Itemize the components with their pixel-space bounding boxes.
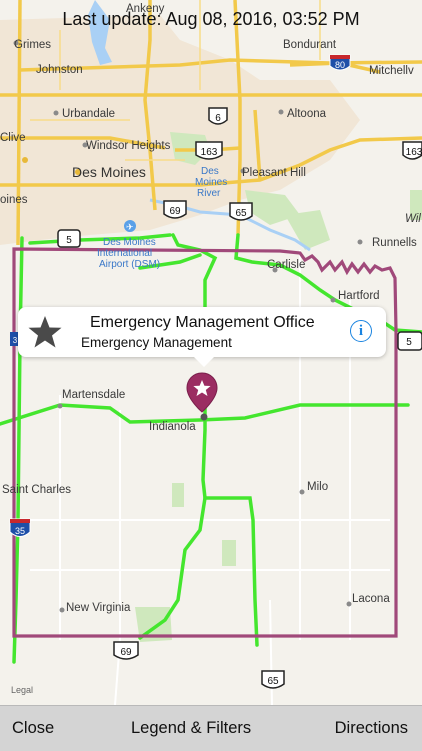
town-saint-charles: Saint Charles bbox=[2, 484, 71, 496]
directions-button[interactable]: Directions bbox=[335, 719, 408, 738]
river-label-2: Moines bbox=[195, 177, 227, 188]
svg-text:✈: ✈ bbox=[126, 222, 134, 232]
bottom-toolbar: Close Legend & Filters Directions bbox=[0, 705, 422, 751]
airport-label-3: Airport (DSM) bbox=[99, 259, 160, 270]
town-carlisle: Carlisle bbox=[267, 259, 305, 271]
town-indianola: Indianola bbox=[149, 421, 196, 433]
us-5-shield-b: 5 bbox=[397, 331, 422, 351]
svg-text:5: 5 bbox=[406, 337, 412, 348]
svg-text:65: 65 bbox=[235, 208, 247, 219]
legal-link[interactable]: Legal bbox=[11, 685, 33, 695]
town-martensdale: Martensdale bbox=[62, 389, 125, 401]
close-button[interactable]: Close bbox=[12, 719, 54, 738]
town-milo: Milo bbox=[307, 481, 328, 493]
us-65-shield-b: 65 bbox=[261, 670, 285, 689]
svg-text:69: 69 bbox=[120, 647, 132, 658]
river-label-3: River bbox=[197, 188, 221, 199]
interstate-35-shield: 35 bbox=[9, 518, 31, 537]
town-bondurant: Bondurant bbox=[283, 39, 337, 51]
svg-text:163: 163 bbox=[406, 147, 422, 158]
svg-text:163: 163 bbox=[201, 147, 218, 158]
us-163-shield-a: 163 bbox=[195, 141, 223, 160]
svg-text:5: 5 bbox=[66, 235, 72, 246]
last-update-label: Last update: Aug 08, 2016, 03:52 PM bbox=[62, 9, 360, 29]
town-pleasant-hill: Pleasant Hill bbox=[242, 167, 306, 179]
svg-text:80: 80 bbox=[335, 60, 345, 70]
town-windsor-heights: Windsor Heights bbox=[86, 140, 171, 152]
town-lacona: Lacona bbox=[352, 593, 390, 605]
wildlife-label: Wil bbox=[405, 213, 421, 225]
info-button[interactable]: i bbox=[350, 320, 372, 342]
town-clive: Clive bbox=[0, 132, 26, 144]
town-new-virginia: New Virginia bbox=[66, 602, 131, 614]
town-runnells: Runnells bbox=[372, 237, 417, 249]
town-west-des-moines: oines bbox=[0, 194, 28, 206]
town-grimes: Grimes bbox=[14, 39, 51, 51]
us-6-shield: 6 bbox=[208, 107, 228, 125]
interstate-80-shield: 80 bbox=[329, 54, 351, 71]
town-urbandale: Urbandale bbox=[62, 108, 115, 120]
callout-title: Emergency Management Office bbox=[90, 314, 315, 331]
svg-text:69: 69 bbox=[169, 206, 181, 217]
us-65-shield-a: 65 bbox=[229, 202, 253, 221]
us-5-shield-a: 5 bbox=[57, 229, 81, 248]
location-pin-icon[interactable] bbox=[186, 372, 218, 422]
airport-label-2: International bbox=[97, 248, 152, 259]
us-163-shield-b: 163 bbox=[402, 141, 422, 160]
svg-text:6: 6 bbox=[215, 113, 221, 124]
river-label-1: Des bbox=[201, 166, 219, 177]
svg-text:35: 35 bbox=[15, 526, 25, 536]
callout-subtitle: Emergency Management bbox=[81, 335, 232, 350]
city-des-moines: Des Moines bbox=[72, 164, 146, 180]
town-altoona: Altoona bbox=[287, 108, 327, 120]
us-69-shield-a: 69 bbox=[163, 200, 187, 219]
town-johnston: Johnston bbox=[36, 64, 83, 76]
star-icon bbox=[28, 316, 62, 348]
svg-text:65: 65 bbox=[267, 676, 279, 687]
town-mitchellville: Mitchellv bbox=[369, 65, 414, 77]
town-hartford: Hartford bbox=[338, 290, 380, 302]
us-69-shield-b: 69 bbox=[113, 641, 139, 660]
airport-label-1: Des Moines bbox=[103, 237, 156, 248]
location-callout[interactable]: Emergency Management Office Emergency Ma… bbox=[18, 307, 386, 367]
legend-filters-button[interactable]: Legend & Filters bbox=[131, 719, 251, 738]
